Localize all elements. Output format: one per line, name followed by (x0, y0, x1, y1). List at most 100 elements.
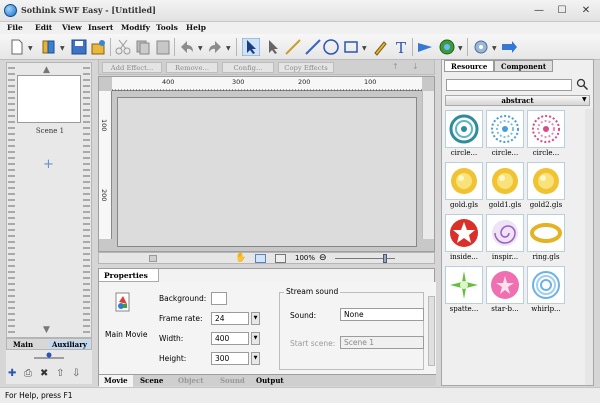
play-preview-icon[interactable] (416, 38, 434, 56)
move-down-icon[interactable]: ⇩ (72, 368, 80, 379)
add-icon[interactable]: ✚ (8, 368, 16, 379)
menu-tools[interactable]: Tools (156, 23, 178, 32)
resource-item[interactable]: gold2.gls (527, 162, 565, 210)
new-file-icon[interactable] (8, 38, 26, 56)
height-stepper-icon[interactable]: ▼ (251, 352, 260, 365)
scene-thumbnail[interactable] (17, 75, 81, 123)
resource-item[interactable]: ring.gls (527, 214, 565, 262)
height-field[interactable]: 300 (211, 352, 249, 365)
new-dropdown-icon[interactable]: ▼ (28, 45, 33, 52)
menu-file[interactable]: File (7, 23, 23, 32)
settings-gear-icon[interactable] (472, 38, 490, 56)
cut-icon[interactable] (114, 38, 132, 56)
duplicate-icon[interactable]: ⎙ (24, 368, 32, 379)
search-icon[interactable] (576, 78, 589, 91)
remove-effect-button[interactable]: Remove... (166, 62, 218, 73)
config-effect-button[interactable]: Config... (222, 62, 274, 73)
resource-item[interactable]: whirlp... (527, 266, 565, 314)
shape-dropdown-icon[interactable]: ▼ (362, 45, 367, 52)
width-field[interactable]: 400 (211, 332, 249, 345)
hand-tool-icon[interactable]: ✋ (235, 253, 246, 263)
export-icon[interactable] (500, 38, 518, 56)
resource-item[interactable]: spatte... (445, 266, 483, 314)
width-stepper-icon[interactable]: ▼ (251, 332, 260, 345)
resource-search-input[interactable] (446, 79, 572, 91)
zoom-out-icon[interactable]: ⊖ (319, 253, 327, 263)
paste-icon[interactable] (154, 38, 172, 56)
stage-canvas[interactable] (117, 97, 417, 247)
redo-icon[interactable] (206, 38, 224, 56)
start-scene-select[interactable]: Scene 1 (340, 336, 424, 349)
resource-item[interactable]: circle... (445, 110, 483, 158)
background-color-picker[interactable] (211, 292, 227, 305)
menu-help[interactable]: Help (186, 23, 206, 32)
tab-main[interactable]: Main (13, 340, 33, 349)
menu-insert[interactable]: Insert (88, 23, 113, 32)
subselect-icon[interactable] (264, 38, 282, 56)
resource-item-label: spatte... (449, 305, 479, 313)
tab-scene[interactable]: Scene (135, 375, 168, 387)
tab-output[interactable]: Output (251, 375, 289, 387)
fit-stage-icon[interactable] (255, 254, 266, 263)
scroll-up-icon[interactable]: ▲ (43, 65, 50, 75)
pencil-tool-icon[interactable] (372, 38, 390, 56)
publish-icon[interactable] (90, 38, 108, 56)
close-button[interactable]: ✕ (577, 4, 595, 18)
tab-resource[interactable]: Resource (444, 60, 495, 72)
redo-dropdown-icon[interactable]: ▼ (226, 45, 231, 52)
browser-preview-icon[interactable] (438, 38, 456, 56)
settings-dropdown-icon[interactable]: ▼ (492, 45, 497, 52)
pen-tool-icon[interactable] (304, 38, 322, 56)
resource-category[interactable]: abstract (445, 95, 590, 106)
show-all-icon[interactable] (275, 254, 286, 263)
properties-scrollbar[interactable] (428, 296, 435, 366)
minimize-button[interactable]: — (530, 4, 548, 18)
text-tool-icon[interactable]: T (392, 38, 410, 56)
menu-modify[interactable]: Modify (121, 23, 150, 32)
select-arrow-icon[interactable] (242, 38, 260, 56)
resource-item[interactable]: gold.gls (445, 162, 483, 210)
delete-icon[interactable]: ✖ (40, 368, 48, 379)
properties-tab[interactable]: Properties (99, 269, 159, 282)
horizontal-scroll-thumb[interactable] (149, 255, 157, 262)
scroll-down-icon[interactable]: ▼ (43, 325, 50, 335)
move-up-icon[interactable]: ⇧ (56, 368, 64, 379)
tab-sound[interactable]: Sound (215, 375, 250, 387)
copy-effects-button[interactable]: Copy Effects (278, 62, 334, 73)
menu-edit[interactable]: Edit (35, 23, 52, 32)
frame-rate-field[interactable]: 24 (211, 312, 249, 325)
undo-dropdown-icon[interactable]: ▼ (198, 45, 203, 52)
resource-item[interactable]: star-b... (486, 266, 524, 314)
category-dropdown-icon[interactable]: ▼ (582, 96, 587, 103)
resource-item[interactable]: gold1.gls (486, 162, 524, 210)
copy-icon[interactable] (134, 38, 152, 56)
tab-component[interactable]: Component (494, 60, 554, 72)
rectangle-tool-icon[interactable] (342, 38, 360, 56)
tab-movie[interactable]: Movie (99, 375, 133, 387)
eye-slider-icon[interactable] (34, 352, 64, 360)
resource-item[interactable]: inspir... (486, 214, 524, 262)
ellipse-tool-icon[interactable] (322, 38, 340, 56)
effect-up-icon[interactable]: ↑ (392, 62, 399, 71)
resource-item[interactable]: inside... (445, 214, 483, 262)
preview-dropdown-icon[interactable]: ▼ (458, 45, 463, 52)
open-dropdown-icon[interactable]: ▼ (60, 45, 65, 52)
vertical-scrollbar[interactable] (422, 91, 434, 239)
resource-item[interactable]: circle... (527, 110, 565, 158)
maximize-button[interactable]: ☐ (553, 4, 571, 18)
line-tool-icon[interactable] (284, 38, 302, 56)
zoom-slider-thumb[interactable] (383, 254, 387, 263)
menu-view[interactable]: View (62, 23, 82, 32)
resource-item[interactable]: circle... (486, 110, 524, 158)
frame-rate-stepper-icon[interactable]: ▼ (251, 312, 260, 325)
tab-auxiliary[interactable]: Auxiliary (49, 340, 90, 349)
tab-object[interactable]: Object (173, 375, 208, 387)
sound-select[interactable]: None (340, 308, 424, 321)
save-icon[interactable] (70, 38, 88, 56)
open-icon[interactable] (40, 38, 58, 56)
undo-icon[interactable] (178, 38, 196, 56)
add-scene-icon[interactable]: + (43, 157, 54, 172)
effect-down-icon[interactable]: ↓ (412, 62, 419, 71)
resource-scrollbar[interactable] (585, 109, 593, 385)
add-effect-button[interactable]: Add Effect... (102, 62, 162, 73)
